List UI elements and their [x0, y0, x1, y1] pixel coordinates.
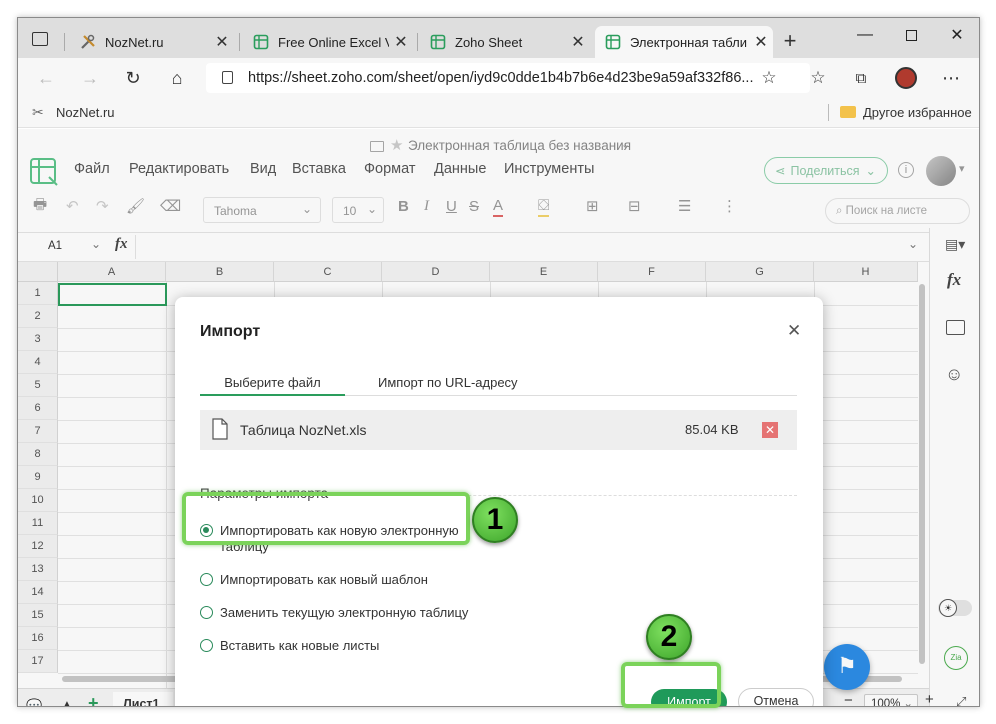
favorites-bar: ✂ NozNet.ru Другое избранное	[18, 98, 979, 128]
zoho-sheet-icon	[605, 34, 621, 50]
more-icon[interactable]: ⋯	[937, 64, 965, 92]
dialog-title: Импорт	[200, 323, 261, 340]
tab-active-spreadsheet[interactable]: Электронная табли ✕	[595, 26, 773, 58]
tab-label: Выберите файл	[224, 375, 321, 390]
file-name: Таблица NozNet.xls	[240, 422, 367, 438]
close-icon[interactable]: ✕	[389, 32, 413, 52]
minimize-button[interactable]: —	[842, 21, 888, 49]
remove-file-button[interactable]: ✕	[762, 422, 778, 438]
dialog-close-icon[interactable]: ✕	[787, 321, 801, 341]
bookmark-other[interactable]: Другое избранное	[863, 105, 972, 120]
window-close-button[interactable]: ✕	[934, 21, 979, 49]
refresh-icon[interactable]: ↻	[119, 64, 147, 92]
profile-avatar[interactable]	[892, 64, 920, 92]
tab-import-url[interactable]: Импорт по URL-адресу	[345, 367, 797, 396]
tab-noznet[interactable]: NozNet.ru ✕	[70, 26, 234, 58]
option-replace-label[interactable]: Заменить текущую электронную таблицу	[220, 605, 468, 620]
add-favorite-icon[interactable]: ☆	[755, 64, 783, 92]
collections-icon[interactable]: ⧉	[847, 64, 875, 92]
tab-label: Free Online Excel Vie	[278, 34, 389, 50]
cancel-label: Отмена	[753, 694, 799, 707]
tab-choose-file[interactable]: Выберите файл	[200, 367, 345, 396]
close-icon[interactable]: ✕	[749, 32, 773, 52]
tools-icon	[81, 34, 95, 49]
tab-zoho-sheet[interactable]: Zoho Sheet ✕	[420, 26, 590, 58]
maximize-button[interactable]	[888, 21, 934, 49]
tab-excel-viewer[interactable]: Free Online Excel Vie ✕	[243, 26, 413, 58]
tab-label: NozNet.ru	[105, 34, 164, 50]
cancel-button[interactable]: Отмена	[738, 688, 814, 707]
selected-file-row: Таблица NozNet.xls 85.04 KB ✕	[200, 410, 797, 450]
close-icon[interactable]: ✕	[210, 32, 234, 52]
option-new-template-radio[interactable]	[200, 573, 213, 586]
step-2-badge: 2	[646, 614, 692, 660]
tab-label: Импорт по URL-адресу	[378, 375, 518, 390]
folder-icon	[840, 106, 856, 118]
zoho-sheet-icon	[253, 34, 269, 50]
option-insert-sheets-radio[interactable]	[200, 639, 213, 652]
title-bar: NozNet.ru ✕ Free Online Excel Vie ✕ Zoho…	[18, 18, 979, 58]
favorites-icon[interactable]: ☆	[804, 64, 832, 92]
address-toolbar: ← → ↻ ⌂ https://sheet.zoho.com/sheet/ope…	[18, 58, 979, 98]
option-replace-radio[interactable]	[200, 606, 213, 619]
address-field[interactable]: https://sheet.zoho.com/sheet/open/iyd9c0…	[206, 63, 810, 93]
zoho-sheet-icon	[430, 34, 446, 50]
step-1-badge: 1	[472, 497, 518, 543]
tools-icon: ✂	[32, 104, 44, 120]
highlight-import-button	[621, 662, 721, 708]
tab-label: Zoho Sheet	[455, 34, 523, 50]
file-size: 85.04 KB	[685, 422, 739, 437]
file-icon	[212, 418, 228, 440]
home-icon[interactable]: ⌂	[163, 64, 191, 92]
zoho-sheet-app: ★ Электронная таблица без названия ⌄ Фай…	[18, 129, 979, 707]
back-arrow-icon[interactable]: ←	[32, 64, 60, 92]
close-icon[interactable]: ✕	[566, 32, 590, 52]
option-new-template-label[interactable]: Импортировать как новый шаблон	[220, 572, 428, 587]
bookmark-noznet[interactable]: NozNet.ru	[56, 105, 115, 120]
tab-label: Электронная табли	[630, 34, 747, 50]
forward-arrow-icon[interactable]: →	[76, 64, 104, 92]
option-insert-sheets-label[interactable]: Вставить как новые листы	[220, 638, 379, 653]
lock-icon	[222, 71, 233, 84]
tab-actions-icon[interactable]	[32, 32, 48, 46]
url-text: https://sheet.zoho.com/sheet/open/iyd9c0…	[248, 70, 754, 86]
highlight-option-1	[182, 492, 470, 545]
browser-window: NozNet.ru ✕ Free Online Excel Vie ✕ Zoho…	[17, 17, 980, 707]
new-tab-button[interactable]: +	[776, 27, 804, 55]
